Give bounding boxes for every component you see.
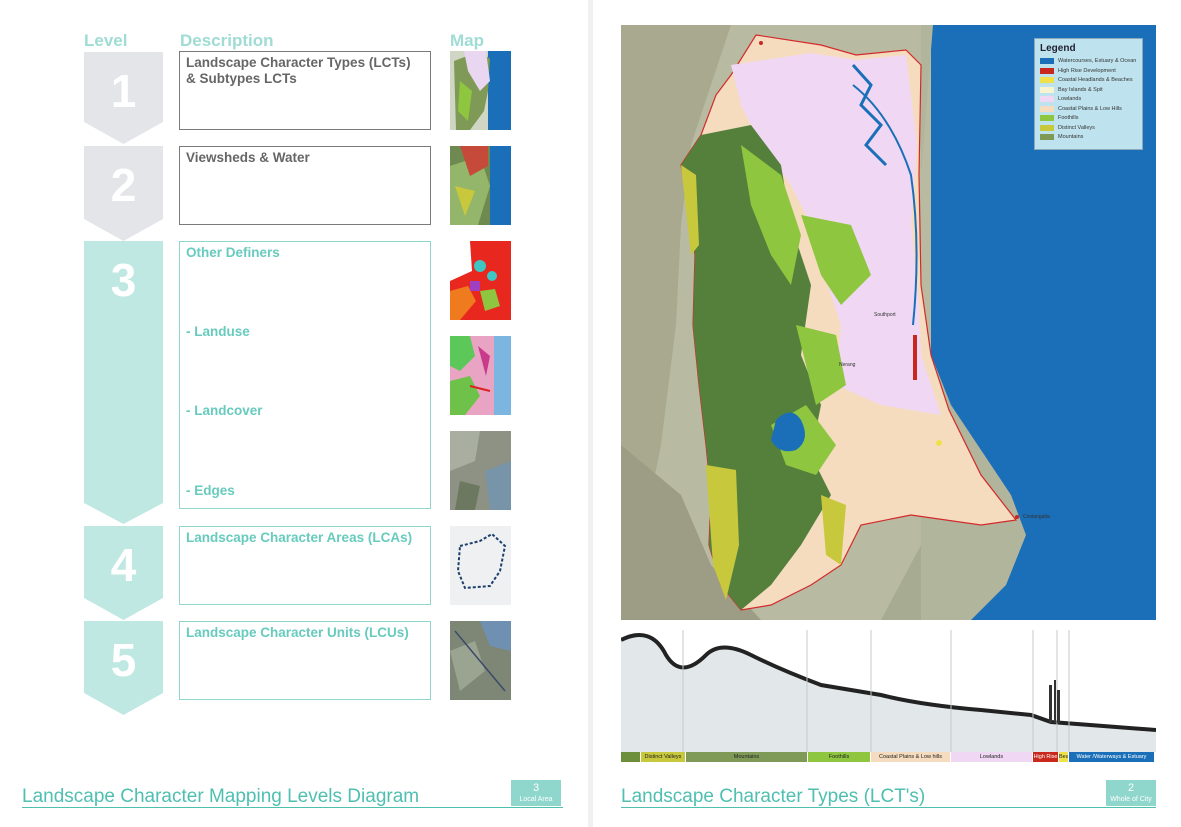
legend-swatch <box>1040 58 1054 64</box>
level-5-map-thumbnail <box>450 621 511 700</box>
cross-section <box>621 630 1156 752</box>
legend-item: Mountains <box>1040 134 1083 141</box>
legend-swatch <box>1040 67 1054 74</box>
legend-swatch <box>1040 105 1054 112</box>
level-2-chevron: 2 <box>84 146 163 241</box>
section-band: Distinct Valleys <box>641 752 686 762</box>
section-band: Mountains <box>686 752 808 762</box>
level-4-description: Landscape Character Areas (LCAs) <box>179 526 431 605</box>
right-footer-rule <box>621 807 1156 808</box>
left-page-label: Local Area <box>519 796 553 803</box>
legend-label: Bay Islands & Spit <box>1058 86 1103 93</box>
legend-item: Foothills <box>1040 115 1078 122</box>
legend-label: Distinct Valleys <box>1058 124 1095 131</box>
level-2-map-thumbnail <box>450 146 511 225</box>
level-3-landuse-thumbnail-b <box>450 336 511 415</box>
left-page-number: 3 <box>532 782 540 794</box>
level-4-line-1: Landscape Character Areas (LCAs) <box>186 530 413 545</box>
map-header: Map <box>450 31 484 50</box>
left-page: Level Description Map 1 Landscape Charac… <box>0 0 588 827</box>
legend-item: Lowlands <box>1040 96 1081 103</box>
left-footer-title: Landscape Character Mapping Levels Diagr… <box>22 786 420 807</box>
level-4-number: 4 <box>110 539 137 591</box>
level-2-number: 2 <box>110 159 137 211</box>
level-3-landcover-thumbnail <box>450 431 511 510</box>
legend-title: Legend <box>1040 43 1076 54</box>
legend-swatch <box>1040 77 1054 83</box>
level-2-line-1: Viewsheds & Water <box>186 150 310 165</box>
description-header: Description <box>180 31 274 50</box>
level-2-description: Viewsheds & Water <box>179 146 431 225</box>
left-page-number-box: 3 Local Area <box>511 780 561 806</box>
legend-item: Bay Islands & Spit <box>1040 86 1103 94</box>
coolangatta-label: Coolangatta <box>1023 514 1050 520</box>
legend-label: High Rise Development <box>1058 67 1116 74</box>
section-band: Water /Waterways & Estuary <box>1069 752 1155 762</box>
right-page-number-box: 2 Whole of City <box>1106 780 1156 806</box>
level-1-description: Landscape Character Types (LCTs) & Subty… <box>179 51 431 130</box>
section-band: Coastal Plains & Low hills <box>871 752 951 762</box>
level-3-landuse-thumbnail-a <box>450 241 511 320</box>
map-legend: Legend Watercourses, Estuary & Ocean High… <box>1034 38 1143 150</box>
level-3-description: Other Definers - Landuse - Landcover - E… <box>179 241 431 509</box>
right-page-number: 2 <box>1127 782 1135 794</box>
level-5-chevron: 5 <box>84 621 163 715</box>
legend-item: Distinct Valleys <box>1040 124 1095 132</box>
legend-swatch <box>1040 124 1054 131</box>
level-1-line-2: & Subtypes LCTs <box>186 71 297 86</box>
legend-label: Mountains <box>1058 134 1084 140</box>
legend-label: Foothills <box>1058 115 1079 121</box>
level-5-number: 5 <box>110 634 137 686</box>
legend-item: Coastal Headlands & Beaches <box>1040 77 1133 84</box>
legend-label: Lowlands <box>1058 96 1082 102</box>
level-4-map-thumbnail <box>450 526 511 605</box>
level-3-chevron: 3 <box>84 241 163 524</box>
legend-label: Coastal Headlands & Beaches <box>1058 77 1133 83</box>
level-1-line-1: Landscape Character Types (LCTs) <box>186 55 411 70</box>
level-4-chevron: 4 <box>84 526 163 620</box>
level-3-line-2: - Landuse <box>186 324 250 339</box>
level-1-map-thumbnail <box>450 51 511 130</box>
section-band: High Rise <box>1033 752 1059 762</box>
left-footer-rule <box>22 807 563 808</box>
section-band: Lowlands <box>951 752 1033 762</box>
level-1-number: 1 <box>110 65 137 117</box>
level-header: Level <box>84 31 128 50</box>
legend-label: Coastal Plains & Low Hills <box>1058 105 1122 112</box>
right-page-label: Whole of City <box>1110 796 1152 803</box>
nerang-label: Nerang <box>839 362 856 368</box>
level-5-line-1: Landscape Character Units (LCUs) <box>186 625 409 640</box>
level-3-number: 3 <box>110 254 137 306</box>
legend-label: Watercourses, Estuary & Ocean <box>1058 58 1137 64</box>
level-3-line-4: - Edges <box>186 483 235 498</box>
section-band: Beaches <box>1059 752 1069 762</box>
legend-swatch <box>1040 86 1054 93</box>
right-footer-title: Landscape Character Types (LCT's) <box>621 786 926 807</box>
level-3-line-1: Other Definers <box>186 245 280 260</box>
southport-label: Southport <box>874 312 896 318</box>
legend-item: Coastal Plains & Low Hills <box>1040 105 1122 113</box>
legend-swatch <box>1040 96 1054 102</box>
legend-swatch <box>1040 134 1054 140</box>
legend-swatch <box>1040 115 1054 121</box>
legend-item: Watercourses, Estuary & Ocean <box>1040 58 1136 65</box>
level-3-line-3: - Landcover <box>186 403 263 418</box>
legend-item: High Rise Development <box>1040 67 1116 75</box>
level-1-chevron: 1 <box>84 52 163 144</box>
section-band: Foothills <box>808 752 871 762</box>
section-band <box>621 752 641 762</box>
level-5-description: Landscape Character Units (LCUs) <box>179 621 431 700</box>
